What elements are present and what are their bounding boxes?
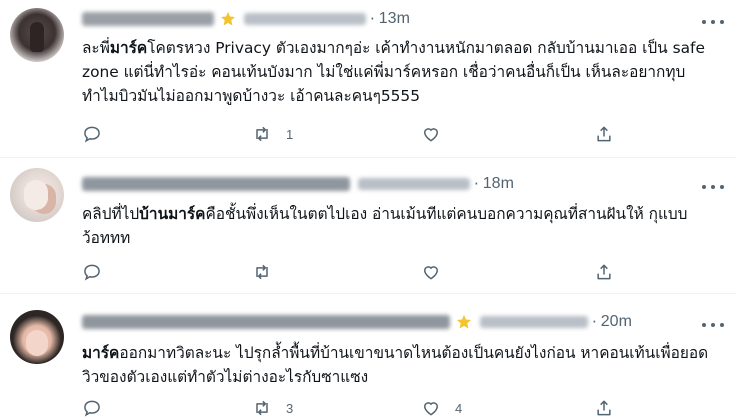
separator-dot: · <box>370 10 375 28</box>
avatar[interactable] <box>10 310 64 364</box>
like-button[interactable]: 4 <box>421 397 462 419</box>
author-name[interactable] <box>82 177 350 191</box>
share-icon <box>597 400 611 416</box>
author-handle[interactable] <box>480 316 588 328</box>
share-button[interactable] <box>594 397 614 419</box>
tweet-text: มาร์คออกมาทวิตละนะ ไปรุกล้ำพื้นที่บ้านเข… <box>82 341 712 389</box>
tweet[interactable]: · 13m ละพี่มาร์คโคตรหวง Privacy ตัวเองมา… <box>0 0 736 158</box>
separator-dot: · <box>592 313 597 331</box>
tweet-actions <box>82 261 642 283</box>
separator-dot: · <box>474 175 479 193</box>
retweet-count: 1 <box>286 126 294 142</box>
share-icon <box>597 264 611 280</box>
like-button[interactable] <box>421 261 455 283</box>
author-handle[interactable] <box>358 178 470 190</box>
like-count: 4 <box>455 400 463 416</box>
tweet[interactable]: · 20m มาร์คออกมาทวิตละนะ ไปรุกล้ำพื้นที่… <box>0 294 736 420</box>
tweet-text-bold: มาร์ค <box>109 39 148 57</box>
avatar[interactable] <box>10 8 64 62</box>
tweet-header: · 20m <box>82 311 632 333</box>
share-icon <box>597 126 611 142</box>
tweet-timestamp[interactable]: 20m <box>601 313 632 331</box>
more-icon[interactable] <box>702 180 724 194</box>
more-icon[interactable] <box>702 318 724 332</box>
retweet-icon <box>256 264 268 280</box>
tweet[interactable]: · 18m คลิปที่ไปบ้านมาร์คคือชั้นพึ่งเห็นใ… <box>0 158 736 294</box>
tweet-header: · 18m <box>82 173 514 195</box>
retweet-count: 3 <box>286 400 294 416</box>
retweet-button[interactable] <box>252 261 286 283</box>
verified-badge-icon <box>221 12 235 26</box>
author-name[interactable] <box>82 315 450 329</box>
tweet-text: ละพี่มาร์คโคตรหวง Privacy ตัวเองมากๆอ่ะ … <box>82 36 712 108</box>
author-handle[interactable] <box>244 13 366 25</box>
reply-icon <box>84 264 100 281</box>
verified-badge-icon <box>457 315 471 329</box>
tweet-actions: 3 4 <box>82 397 642 419</box>
tweet-timestamp[interactable]: 18m <box>483 175 514 193</box>
retweet-button[interactable]: 1 <box>252 123 293 145</box>
reply-button[interactable] <box>82 397 116 419</box>
tweet-text: คลิปที่ไปบ้านมาร์คคือชั้นพึ่งเห็นในตตไปเ… <box>82 202 712 250</box>
like-icon <box>423 402 439 416</box>
reply-icon <box>84 400 100 417</box>
share-button[interactable] <box>594 123 614 145</box>
tweet-text-part: ออกมาทวิตละนะ ไปรุกล้ำพื้นที่บ้านเขาขนาด… <box>82 344 709 386</box>
tweet-text-part: โคตรหวง Privacy ตัวเองมากๆอ่ะ เค้าทำงานห… <box>82 39 705 105</box>
like-button[interactable] <box>421 123 455 145</box>
tweet-text-bold: บ้านมาร์ค <box>139 205 206 223</box>
reply-button[interactable] <box>82 261 116 283</box>
tweet-timestamp[interactable]: 13m <box>379 10 410 28</box>
author-name[interactable] <box>82 12 214 26</box>
tweet-text-part: คลิปที่ไป <box>82 205 140 223</box>
avatar[interactable] <box>10 168 64 222</box>
tweet-header: · 13m <box>82 8 410 30</box>
tweet-actions: 1 <box>82 123 642 145</box>
more-icon[interactable] <box>702 15 724 29</box>
like-icon <box>423 266 439 280</box>
tweet-text-part: ละพี่ <box>82 39 110 57</box>
retweet-icon <box>256 400 268 416</box>
reply-button[interactable] <box>82 123 116 145</box>
retweet-button[interactable]: 3 <box>252 397 293 419</box>
reply-icon <box>84 126 100 143</box>
share-button[interactable] <box>594 261 614 283</box>
timeline-feed: · 13m ละพี่มาร์คโคตรหวง Privacy ตัวเองมา… <box>0 0 736 420</box>
tweet-text-bold: มาร์ค <box>82 344 120 362</box>
like-icon <box>423 128 439 142</box>
retweet-icon <box>256 126 268 142</box>
